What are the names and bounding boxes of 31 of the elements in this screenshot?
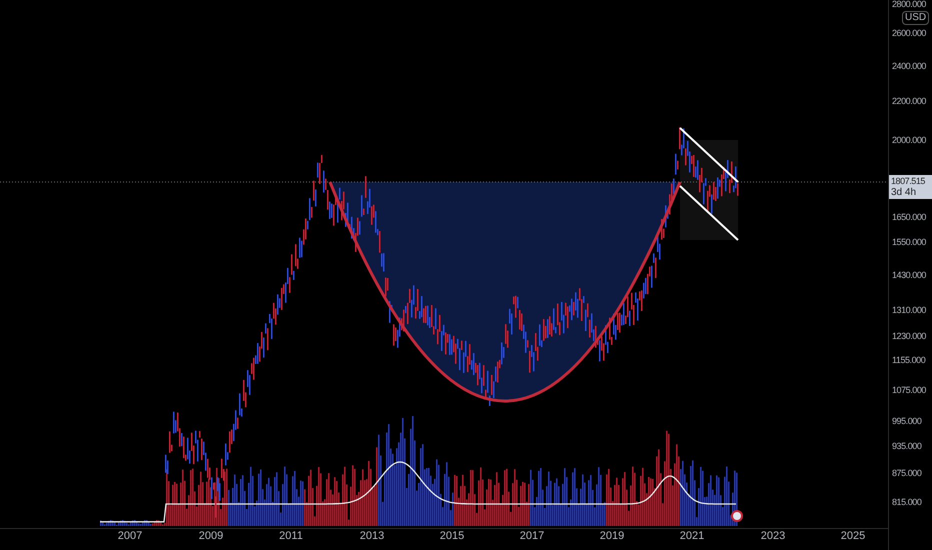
price-axis-label: 2400.000: [892, 62, 926, 71]
time-axis-label: 2019: [600, 531, 624, 542]
price-axis-label: 2800.000: [892, 0, 926, 9]
price-axis-label: 1430.000: [892, 271, 926, 280]
price-axis-label: 1075.000: [892, 386, 926, 395]
channel-upper-line: [679, 127, 739, 183]
last-price-value: 1807.515: [891, 176, 926, 187]
price-axis-label: 995.000: [892, 417, 922, 426]
time-axis-label: 2007: [118, 531, 142, 542]
channel-lower-line: [679, 185, 739, 241]
price-axis-label: 1230.000: [892, 332, 926, 341]
time-axis-label: 2013: [360, 531, 384, 542]
price-axis-label: 1155.000: [892, 356, 926, 365]
price-axis-label: 2600.000: [892, 29, 926, 38]
time-axis-label: 2025: [840, 531, 866, 542]
price-axis-label: 1310.000: [892, 306, 926, 315]
time-axis-label: 2021: [680, 531, 704, 542]
time-axis-label: 2017: [520, 531, 544, 542]
countdown-text: 3d 4h: [891, 187, 918, 198]
price-axis-label: 815.000: [892, 498, 922, 507]
currency-badge: USD: [902, 11, 930, 25]
time-axis-label: 2009: [198, 531, 224, 542]
time-axis-label: 2011: [279, 531, 303, 542]
price-axis-label: 935.000: [892, 442, 922, 451]
price-axis-label: 1550.000: [892, 238, 926, 247]
price-axis-label: 1650.000: [892, 213, 926, 222]
price-axis-label: 875.000: [892, 469, 922, 478]
price-axis-label: 2000.000: [892, 136, 926, 145]
time-axis-label: 2015: [440, 531, 464, 542]
time-axis-label: 2023: [760, 531, 786, 542]
price-axis-label: 2200.000: [892, 97, 926, 106]
